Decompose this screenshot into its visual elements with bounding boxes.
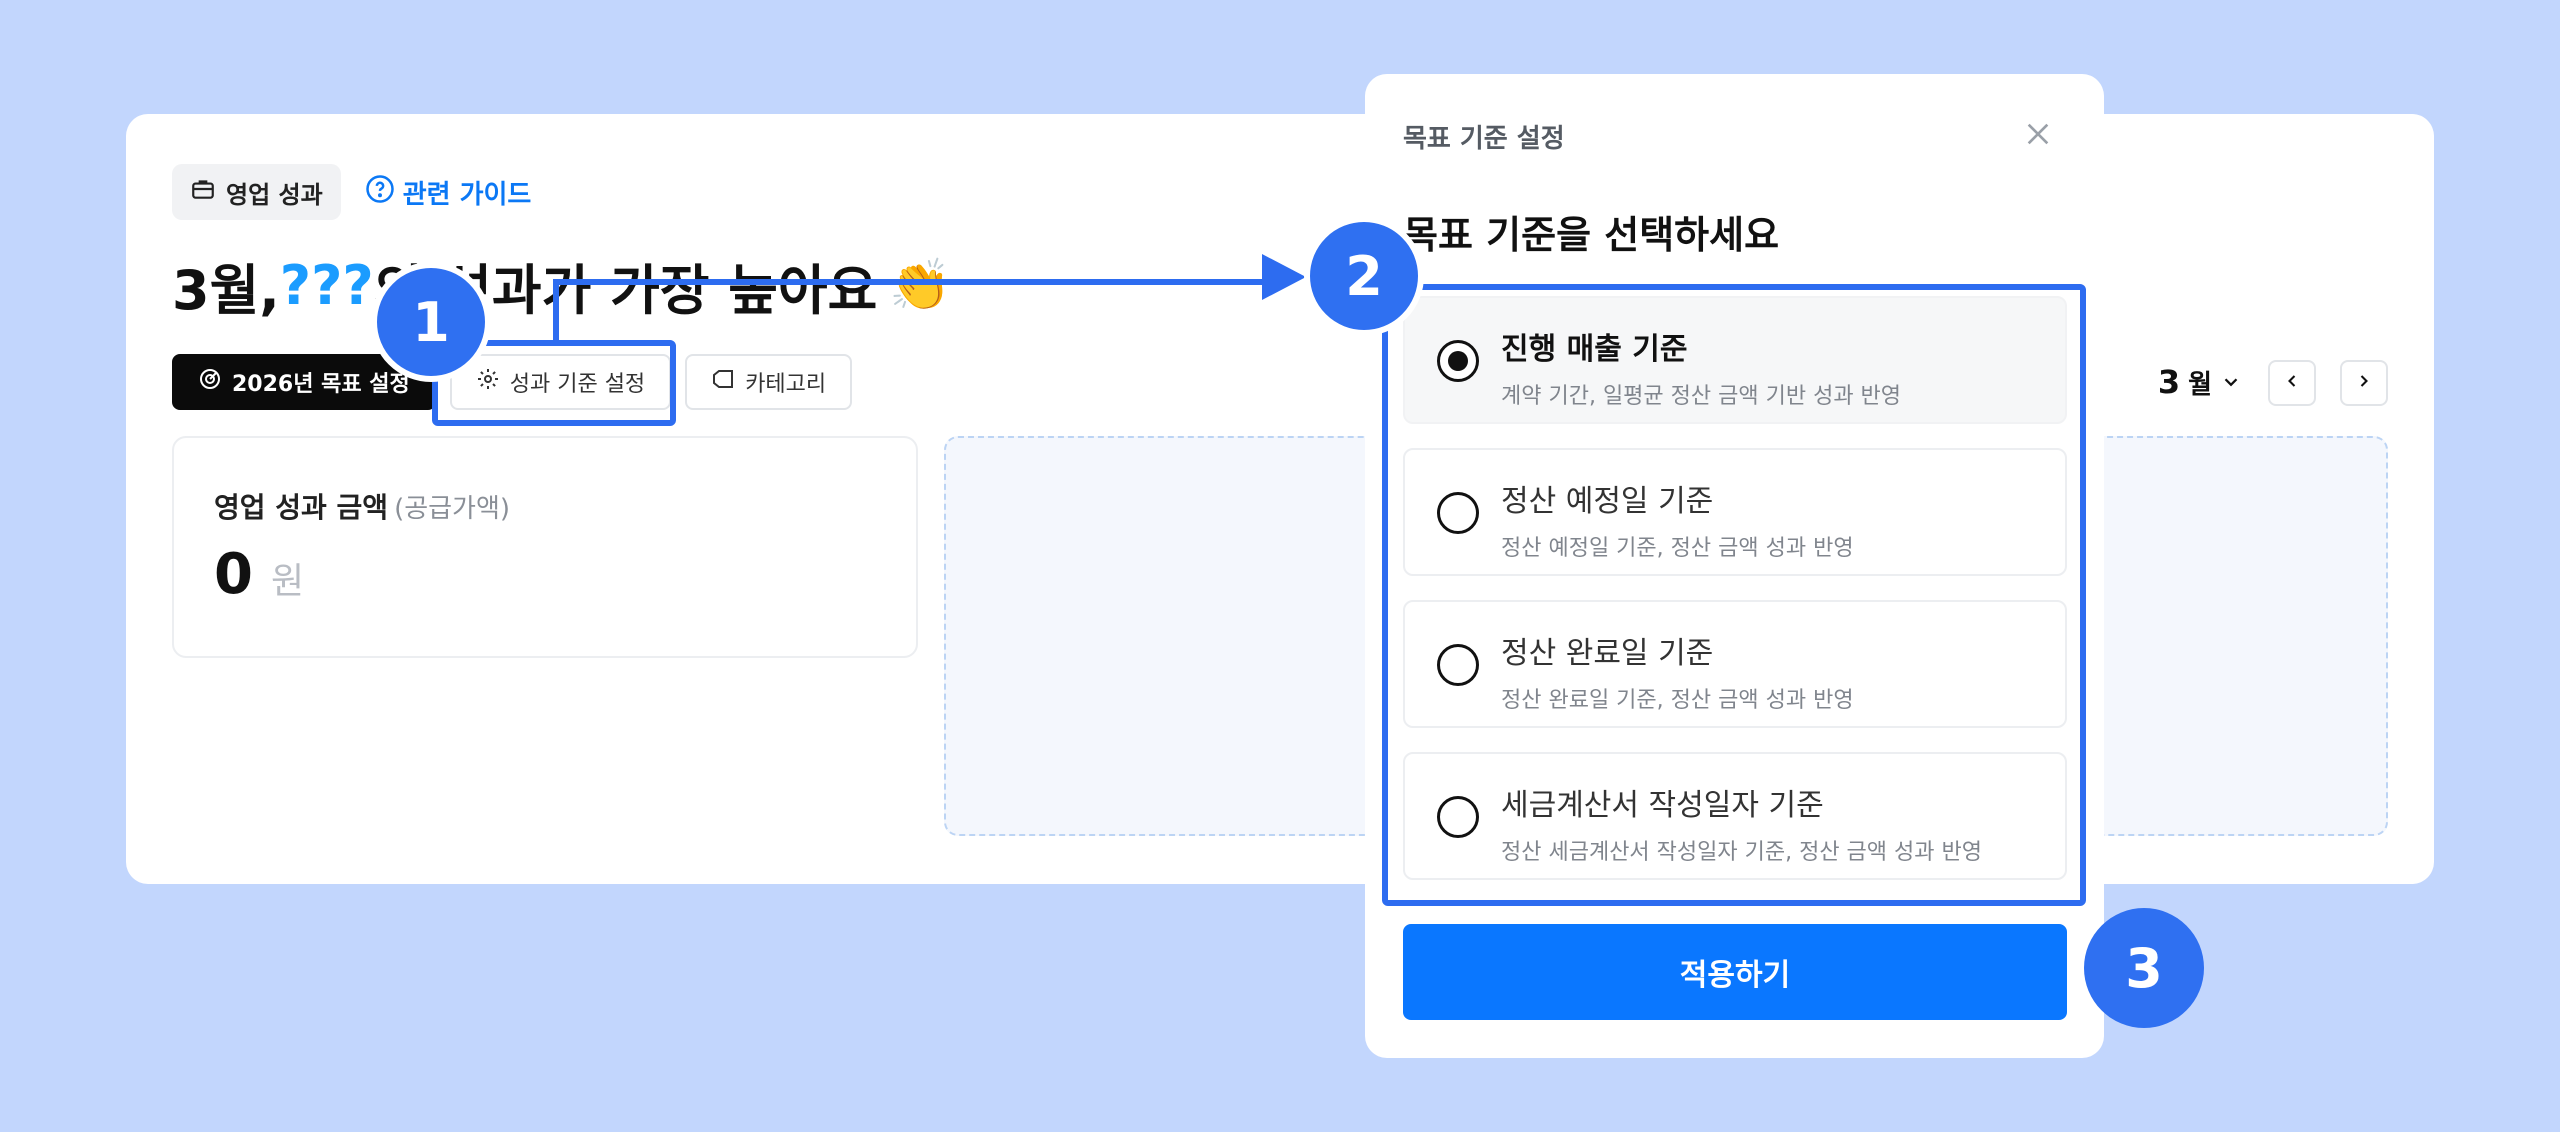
step-badge-2: 2 (1304, 216, 1424, 336)
goal-setting-label: 2026년 목표 설정 (232, 372, 410, 397)
tag-icon (711, 367, 735, 397)
sales-amount-sublabel: (공급가액) (394, 494, 511, 524)
step-badge-3: 3 (2084, 908, 2204, 1028)
sales-amount-title: 영업 성과 금액 (214, 491, 389, 524)
headline-highlight: ??? (279, 254, 374, 317)
month-selector[interactable]: 3 월 (2158, 354, 2242, 410)
next-month-button[interactable] (2340, 360, 2388, 406)
briefcase-icon (190, 176, 216, 208)
chevron-down-icon (2220, 363, 2242, 401)
category-label: 카테고리 (745, 372, 827, 397)
prev-month-button[interactable] (2268, 360, 2316, 406)
category-button[interactable]: 카테고리 (685, 354, 853, 410)
month-unit: 월 (2188, 369, 2212, 400)
month-value: 3 (2157, 363, 2181, 401)
guide-link-label: 관련 가이드 (402, 179, 532, 210)
tab-label: 영업 성과 (226, 180, 323, 209)
close-icon (2022, 123, 2054, 154)
help-circle-icon (365, 174, 395, 211)
step-badge-1: 1 (371, 262, 491, 382)
modal-heading: 목표 기준을 선택하세요 (1403, 213, 1780, 257)
sales-amount-value: 0 원 (214, 542, 304, 607)
target-icon (198, 367, 222, 397)
headline-prefix: 3월, (172, 259, 280, 322)
chevron-left-icon (2282, 371, 2302, 395)
page-headline: 3월, ??? 의 성과가 가장 높아요 👏 (172, 246, 952, 325)
modal-title: 목표 기준 설정 (1403, 124, 1565, 154)
card-header: 영업 성과 관련 가이드 (172, 164, 531, 220)
guide-link[interactable]: 관련 가이드 (365, 174, 532, 211)
highlight-criteria-options (1382, 284, 2086, 906)
sales-amount-number: 0 (214, 542, 253, 607)
close-button[interactable] (2022, 118, 2054, 150)
tab-sales-performance[interactable]: 영업 성과 (172, 164, 341, 220)
sales-amount-label: 영업 성과 금액 (공급가액) (214, 486, 510, 526)
chevron-right-icon (2354, 371, 2374, 395)
sales-amount-card: 영업 성과 금액 (공급가액) 0 원 (172, 436, 918, 658)
sales-amount-unit: 원 (270, 561, 305, 602)
clapping-hands-icon: 👏 (889, 256, 952, 314)
apply-button[interactable]: 적용하기 (1403, 924, 2067, 1020)
